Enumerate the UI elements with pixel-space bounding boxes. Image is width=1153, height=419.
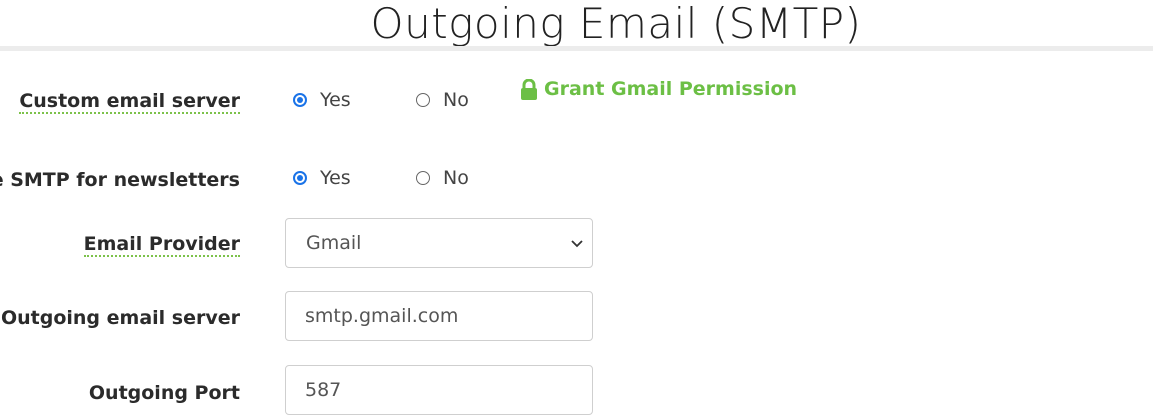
outgoing-port-input[interactable]: 587	[285, 365, 593, 415]
email-provider-label: Email Provider	[83, 233, 240, 257]
email-provider-value: Gmail	[306, 232, 362, 254]
outgoing-email-server-value: smtp.gmail.com	[305, 305, 459, 327]
custom-email-server-label: Custom email server	[19, 90, 240, 114]
outgoing-port-value: 587	[305, 379, 342, 401]
radio-checked-indicator	[293, 171, 307, 185]
grant-gmail-permission-link[interactable]: Grant Gmail Permission	[520, 78, 797, 100]
radio-label: Yes	[320, 89, 351, 111]
smtp-settings-page: Outgoing Email (SMTP) Custom email serve…	[0, 0, 1153, 419]
radio-label: No	[443, 167, 469, 189]
radio-label: Yes	[320, 167, 351, 189]
radio-unchecked-indicator	[416, 93, 430, 107]
smtp-newsletters-no-radio[interactable]: No	[416, 167, 469, 189]
radio-checked-indicator	[293, 93, 307, 107]
page-title: Outgoing Email (SMTP)	[370, 0, 862, 48]
outgoing-email-server-label: Outgoing email server	[0, 307, 240, 329]
email-provider-select[interactable]: Gmail	[285, 218, 593, 268]
radio-label: No	[443, 89, 469, 111]
custom-server-yes-radio[interactable]: Yes	[293, 89, 351, 111]
grant-gmail-permission-label: Grant Gmail Permission	[544, 78, 798, 100]
lock-icon	[521, 78, 537, 100]
smtp-newsletters-label: e SMTP for newsletters	[0, 169, 240, 191]
chevron-down-icon	[571, 240, 583, 248]
smtp-newsletters-yes-radio[interactable]: Yes	[293, 167, 351, 189]
outgoing-port-label: Outgoing Port	[88, 382, 240, 404]
radio-unchecked-indicator	[416, 171, 430, 185]
custom-server-no-radio[interactable]: No	[416, 89, 469, 111]
outgoing-email-server-input[interactable]: smtp.gmail.com	[285, 291, 593, 341]
title-divider	[0, 46, 1153, 51]
